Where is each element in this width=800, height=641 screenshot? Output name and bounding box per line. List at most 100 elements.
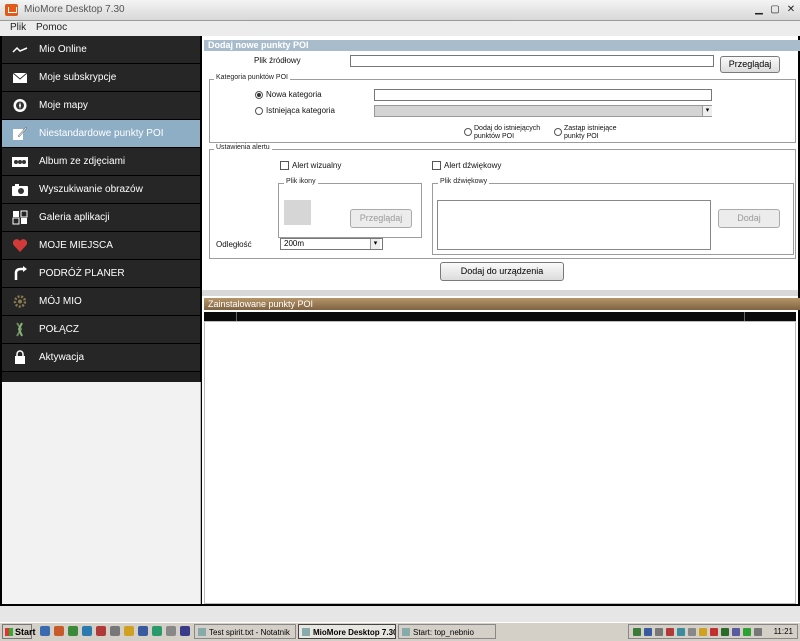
quicklaunch-icon[interactable] <box>96 626 106 636</box>
column-separator[interactable] <box>744 312 745 321</box>
distance-select[interactable]: 200m <box>280 238 383 250</box>
tray-icon[interactable] <box>633 628 641 636</box>
chevron-down-icon[interactable]: ▾ <box>370 239 380 249</box>
taskbar-task-notepad[interactable]: Test spirit.txt - Notatnik <box>194 624 296 639</box>
sound-file-list[interactable] <box>437 200 711 250</box>
alert-settings-legend: Ustawienia alertu <box>214 144 272 151</box>
photo-album-icon <box>12 157 28 167</box>
distance-label: Odległość <box>216 240 252 249</box>
sidebar-item-activation[interactable]: Aktywacja <box>2 344 200 372</box>
distance-value: 200m <box>284 239 305 248</box>
visual-alert-checkbox[interactable] <box>280 161 289 170</box>
route-icon <box>14 266 27 280</box>
new-category-radio[interactable] <box>255 91 263 99</box>
existing-category-select[interactable] <box>374 105 712 117</box>
installed-poi-header: Zainstalowane punkty POI <box>204 298 800 310</box>
add-poi-header: Dodaj nowe punkty POI <box>204 40 800 51</box>
envelope-icon <box>12 72 28 83</box>
tray-icon[interactable] <box>666 628 674 636</box>
quicklaunch-icon[interactable] <box>54 626 64 636</box>
browse-icon-button[interactable]: Przeglądaj <box>350 209 412 228</box>
sound-alert-checkbox[interactable] <box>432 161 441 170</box>
sound-file-legend: Plik dźwiękowy <box>438 178 490 185</box>
taskbar-task-miomore[interactable]: MioMore Desktop 7.30 <box>298 624 396 639</box>
quicklaunch-icon[interactable] <box>166 626 176 636</box>
sidebar-item-image-search[interactable]: Wyszukiwanie obrazów <box>2 176 200 204</box>
heart-icon <box>12 239 28 252</box>
existing-category-radio[interactable] <box>255 107 263 115</box>
sidebar-item-my-places[interactable]: MOJE MIEJSCA <box>2 232 200 260</box>
tray-icon[interactable] <box>644 628 652 636</box>
mio-app-icon <box>5 4 18 16</box>
sidebar-item-photo-album[interactable]: Album ze zdjęciami <box>2 148 200 176</box>
system-tray: 11:21 <box>628 624 798 639</box>
tray-icon[interactable] <box>710 628 718 636</box>
add-sound-button[interactable]: Dodaj <box>718 209 780 228</box>
sidebar-item-subscriptions[interactable]: Moje subskrypcje <box>2 64 200 92</box>
browse-source-button[interactable]: Przeglądaj <box>720 56 780 73</box>
sidebar-item-maps[interactable]: Moje mapy <box>2 92 200 120</box>
chevron-down-icon[interactable]: ▾ <box>702 106 712 116</box>
existing-category-label: Istniejąca kategoria <box>266 106 335 115</box>
sidebar-item-mio-online[interactable]: Mio Online <box>2 36 200 64</box>
source-file-input[interactable] <box>350 55 714 67</box>
icon-file-legend: Plik ikony <box>284 178 318 185</box>
add-to-existing-radio[interactable] <box>464 128 472 136</box>
sidebar-item-label: Moje subskrypcje <box>39 72 117 83</box>
sidebar: Mio Online Moje subskrypcje Moje mapy Ni… <box>2 36 201 604</box>
sidebar-item-label: Wyszukiwanie obrazów <box>39 184 143 195</box>
sidebar-item-label: MOJE MIEJSCA <box>39 240 113 251</box>
installed-poi-column-header <box>204 312 796 321</box>
replace-existing-radio[interactable] <box>554 128 562 136</box>
sidebar-item-trip-planner[interactable]: PODRÓŻ PLANER <box>2 260 200 288</box>
sidebar-item-app-gallery[interactable]: Galeria aplikacji <box>2 204 200 232</box>
sidebar-item-label: Moje mapy <box>39 100 88 111</box>
title-bar: MioMore Desktop 7.30 ▁ ▢ ✕ <box>0 0 800 21</box>
sidebar-empty-area <box>2 382 201 604</box>
taskbar-task-start[interactable]: Start: top_nebnio <box>398 624 496 639</box>
quicklaunch-icon[interactable] <box>110 626 120 636</box>
close-icon[interactable]: ✕ <box>785 4 797 15</box>
quicklaunch-icon[interactable] <box>180 626 190 636</box>
speaker-icon[interactable] <box>754 628 762 636</box>
camera-icon <box>12 184 28 196</box>
sidebar-item-connect[interactable]: POŁĄCZ <box>2 316 200 344</box>
tray-icon[interactable] <box>655 628 663 636</box>
tray-icon[interactable] <box>743 628 751 636</box>
window-title: MioMore Desktop 7.30 <box>24 4 125 15</box>
tray-icon[interactable] <box>677 628 685 636</box>
tray-icon[interactable] <box>688 628 696 636</box>
sidebar-item-custom-poi[interactable]: Niestandardowe punkty POI <box>2 120 200 148</box>
sidebar-item-label: Niestandardowe punkty POI <box>39 128 164 139</box>
add-to-existing-label: Dodaj do istniejących punktów POI <box>474 125 541 140</box>
category-legend: Kategoria punktów POI <box>214 74 290 81</box>
tray-icon[interactable] <box>699 628 707 636</box>
sidebar-item-label: Mio Online <box>39 44 87 55</box>
quicklaunch-icon[interactable] <box>138 626 148 636</box>
maximize-icon[interactable]: ▢ <box>769 4 781 15</box>
new-category-input[interactable] <box>374 89 712 101</box>
installed-poi-list[interactable] <box>204 321 796 604</box>
quicklaunch-icon[interactable] <box>82 626 92 636</box>
quicklaunch-icon[interactable] <box>40 626 50 636</box>
connect-icon <box>16 322 23 337</box>
menu-file[interactable]: Plik <box>10 22 26 33</box>
sidebar-item-label: Aktywacja <box>39 352 85 363</box>
add-to-device-button[interactable]: Dodaj do urządzenia <box>440 262 564 281</box>
quicklaunch-icon[interactable] <box>152 626 162 636</box>
lock-icon <box>15 350 25 364</box>
sidebar-item-my-mio[interactable]: MÓJ MIO <box>2 288 200 316</box>
tray-icon[interactable] <box>721 628 729 636</box>
sidebar-item-label: Album ze zdjęciami <box>39 156 126 167</box>
minimize-icon[interactable]: ▁ <box>753 4 765 15</box>
menu-help[interactable]: Pomoc <box>36 22 67 33</box>
visual-alert-label: Alert wizualny <box>292 161 342 170</box>
signal-wave-icon <box>12 46 28 53</box>
start-button[interactable]: Start <box>2 624 36 639</box>
tray-icon[interactable] <box>732 628 740 636</box>
replace-existing-label: Zastąp istniejące punkty POI <box>564 125 617 140</box>
quicklaunch-icon[interactable] <box>124 626 134 636</box>
quicklaunch-icon[interactable] <box>68 626 78 636</box>
section-divider <box>202 290 798 296</box>
column-separator[interactable] <box>236 312 237 321</box>
